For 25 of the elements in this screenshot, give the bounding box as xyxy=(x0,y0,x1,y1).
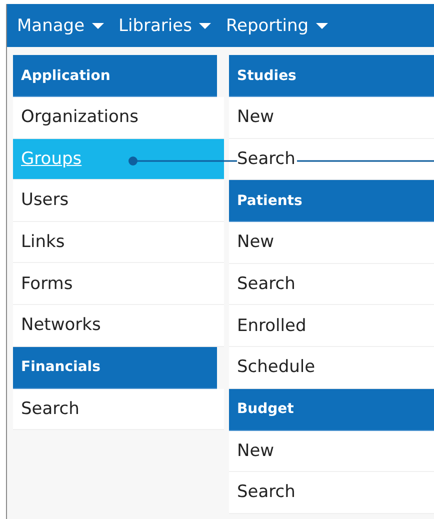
menu-item[interactable]: Schedule xyxy=(229,346,434,389)
menu-item[interactable]: New xyxy=(229,430,434,472)
nav-menu[interactable]: Reporting xyxy=(226,16,328,36)
caret-icon xyxy=(198,22,211,28)
menu-item[interactable]: Links xyxy=(13,222,224,264)
caret-icon xyxy=(92,22,104,28)
section-header: Financials xyxy=(13,346,217,389)
caret-icon xyxy=(316,22,328,28)
menu-item[interactable]: Networks xyxy=(13,304,224,347)
menu-item[interactable]: Forms xyxy=(13,263,224,305)
menu-item[interactable]: Enrolled xyxy=(229,305,434,347)
section-header: Budget xyxy=(229,388,434,431)
menu-item[interactable]: New xyxy=(229,222,434,264)
menu-item[interactable]: Search xyxy=(229,138,434,180)
menu-item[interactable]: Search xyxy=(13,388,224,430)
section-header: Patients xyxy=(229,180,434,222)
section-header: Application xyxy=(13,55,217,97)
menu-item[interactable]: New xyxy=(229,97,434,139)
menu-item[interactable]: Search xyxy=(229,472,434,514)
menu-item[interactable]: Users xyxy=(13,180,224,222)
menu-item[interactable]: Organizations xyxy=(13,97,224,139)
nav-menu[interactable]: Libraries xyxy=(118,16,211,36)
section-header: Studies xyxy=(229,55,434,97)
nav-menu[interactable]: Manage xyxy=(17,16,104,36)
menu-item[interactable]: Search xyxy=(229,264,434,306)
